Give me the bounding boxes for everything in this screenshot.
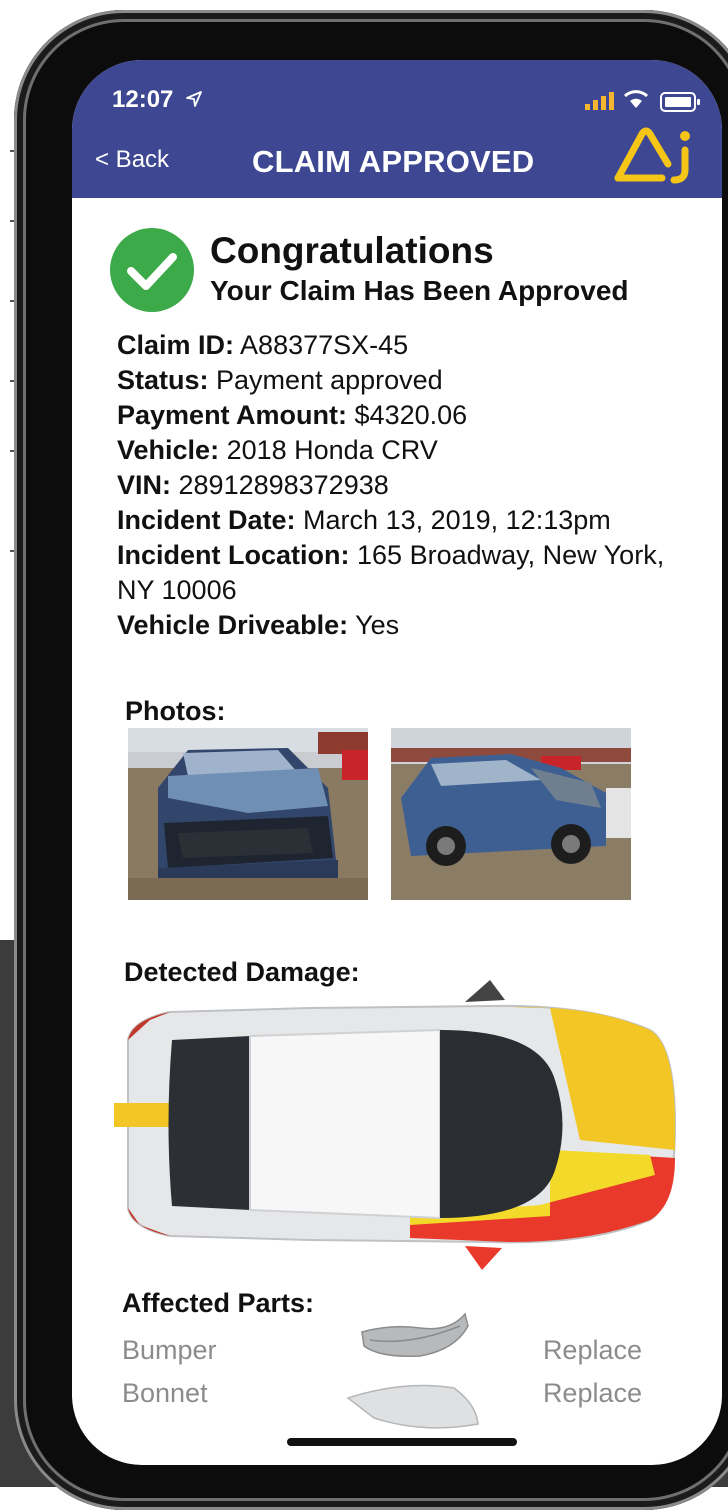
damage-photo-side[interactable] bbox=[391, 728, 631, 900]
detail-row: Incident Location: 165 Broadway, New Yor… bbox=[117, 538, 677, 608]
congrats-heading: Congratulations bbox=[210, 230, 494, 271]
part-name: Bumper bbox=[122, 1335, 217, 1365]
detail-label: Incident Location: bbox=[117, 540, 350, 570]
detail-value: 2018 Honda CRV bbox=[226, 435, 438, 465]
car-damage-diagram bbox=[114, 980, 677, 1270]
signal-icon bbox=[585, 92, 614, 110]
damage-photo-front-image bbox=[128, 728, 368, 900]
phone-frame: 12:07 < Back CLAIM APPROVED Congratulati… bbox=[14, 10, 728, 1510]
photos-label: Photos: bbox=[125, 696, 226, 726]
detail-row: Status: Payment approved bbox=[117, 363, 677, 398]
damage-photo-front[interactable] bbox=[128, 728, 368, 900]
damage-photo-side-image bbox=[391, 728, 631, 900]
home-indicator bbox=[287, 1438, 517, 1446]
detail-value: Payment approved bbox=[216, 365, 443, 395]
detail-row: Payment Amount: $4320.06 bbox=[117, 398, 677, 433]
detail-value: 28912898372938 bbox=[178, 470, 389, 500]
claim-details: Claim ID: A88377SX-45 Status: Payment ap… bbox=[117, 328, 677, 643]
approval-subheading: Your Claim Has Been Approved bbox=[210, 275, 629, 306]
detail-value: Yes bbox=[355, 610, 400, 640]
detail-row: Incident Date: March 13, 2019, 12:13pm bbox=[117, 503, 677, 538]
detail-label: Vehicle Driveable: bbox=[117, 610, 349, 640]
part-name: Bonnet bbox=[122, 1378, 208, 1408]
detail-label: Payment Amount: bbox=[117, 400, 348, 430]
check-circle-icon bbox=[110, 228, 194, 312]
back-button[interactable]: < Back bbox=[95, 146, 169, 174]
wifi-icon bbox=[623, 90, 649, 108]
affected-parts-label: Affected Parts: bbox=[122, 1288, 315, 1318]
status-time: 12:07 bbox=[112, 86, 174, 113]
detail-row: Vehicle: 2018 Honda CRV bbox=[117, 433, 677, 468]
location-arrow-icon bbox=[186, 91, 202, 107]
part-action: Replace bbox=[542, 1378, 642, 1408]
detail-value: A88377SX-45 bbox=[240, 330, 409, 360]
bumper-part-icon bbox=[361, 1312, 469, 1358]
detail-value: March 13, 2019, 12:13pm bbox=[303, 505, 611, 535]
detail-label: Status: bbox=[117, 365, 209, 395]
detail-label: Claim ID: bbox=[117, 330, 235, 360]
detail-label: VIN: bbox=[117, 470, 171, 500]
detail-label: Vehicle: bbox=[117, 435, 220, 465]
app-header: 12:07 < Back CLAIM APPROVED bbox=[72, 60, 722, 198]
page-title: CLAIM APPROVED bbox=[252, 144, 535, 179]
detail-row: VIN: 28912898372938 bbox=[117, 468, 677, 503]
detail-label: Incident Date: bbox=[117, 505, 296, 535]
part-action: Replace bbox=[542, 1335, 642, 1365]
detail-row: Vehicle Driveable: Yes bbox=[117, 608, 677, 643]
detail-row: Claim ID: A88377SX-45 bbox=[117, 328, 677, 363]
app-logo-icon bbox=[614, 127, 690, 184]
phone-screen: 12:07 < Back CLAIM APPROVED Congratulati… bbox=[72, 60, 722, 1465]
detail-value: $4320.06 bbox=[354, 400, 468, 430]
bonnet-part-icon bbox=[346, 1384, 479, 1429]
battery-icon bbox=[660, 92, 700, 112]
